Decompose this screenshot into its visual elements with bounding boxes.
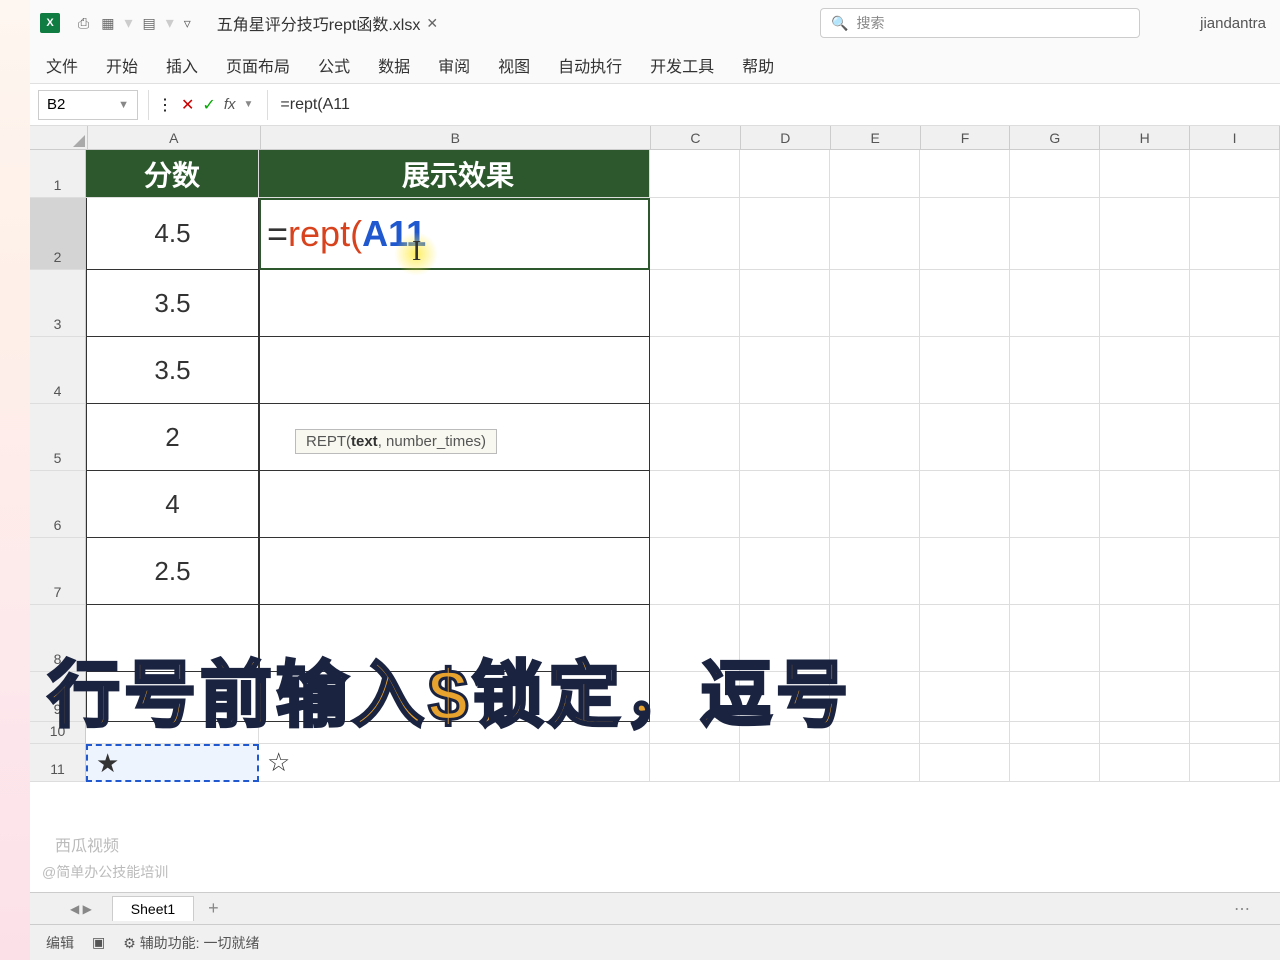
cell-A9[interactable] (86, 672, 259, 722)
excel-window: X ⎙ ▦ ▾ ▤ ▾ ▿ 五角星评分技巧rept函数.xlsx ✕ 🔍 搜索 … (30, 0, 1280, 960)
sheet-menu-icon[interactable]: ⋯ (1234, 899, 1250, 919)
document-title: 五角星评分技巧rept函数.xlsx (217, 11, 421, 35)
row-header-2[interactable]: 2 (30, 198, 86, 270)
row-header-4[interactable]: 4 (30, 337, 86, 404)
cell-A11[interactable]: ★ (86, 744, 259, 782)
tab-help[interactable]: 帮助 (740, 49, 776, 81)
tab-insert[interactable]: 插入 (164, 49, 200, 81)
cell-B6[interactable] (259, 471, 650, 538)
cell-A2[interactable]: 4.5 (86, 198, 259, 270)
tab-formulas[interactable]: 公式 (316, 49, 352, 81)
cell-B11[interactable]: ☆ (259, 744, 650, 782)
cell-B2-editing[interactable]: =rept(A11 (259, 198, 650, 270)
tab-layout[interactable]: 页面布局 (224, 49, 292, 81)
spreadsheet-grid[interactable]: A B C D E F G H I 1 2 3 4 5 6 7 8 9 10 1… (30, 126, 1280, 896)
row-header-8[interactable]: 8 (30, 605, 86, 672)
tab-review[interactable]: 审阅 (436, 49, 472, 81)
tab-view[interactable]: 视图 (496, 49, 532, 81)
chevron-down-icon[interactable]: ▼ (243, 99, 253, 110)
ribbon-tabs: 文件 开始 插入 页面布局 公式 数据 审阅 视图 自动执行 开发工具 帮助 (30, 46, 1280, 84)
confirm-icon[interactable]: ✓ (202, 95, 215, 115)
accessibility-status[interactable]: ⚙ 辅助功能: 一切就绪 (123, 933, 259, 953)
title-bar: X ⎙ ▦ ▾ ▤ ▾ ▿ 五角星评分技巧rept函数.xlsx ✕ 🔍 搜索 … (30, 0, 1280, 46)
status-bar: 编辑 ▣ ⚙ 辅助功能: 一切就绪 (30, 924, 1280, 960)
tab-data[interactable]: 数据 (376, 49, 412, 81)
col-header-D[interactable]: D (741, 126, 831, 149)
cell-B9[interactable] (259, 672, 650, 722)
sheet-tab-bar: ◀ ▶ Sheet1 + ⋯ (30, 892, 1280, 924)
cell-B10[interactable] (259, 722, 650, 744)
select-all-corner[interactable] (30, 126, 88, 149)
cell-B3[interactable] (259, 270, 650, 337)
cell-A10[interactable] (86, 722, 259, 744)
excel-app-icon: X (40, 13, 60, 33)
doc-close-icon[interactable]: ✕ (426, 15, 438, 32)
row-header-5[interactable]: 5 (30, 404, 86, 471)
cancel-icon[interactable]: ✕ (181, 95, 194, 115)
cell-A5[interactable]: 2 (86, 404, 259, 471)
col-header-F[interactable]: F (921, 126, 1011, 149)
cell-A3[interactable]: 3.5 (86, 270, 259, 337)
tab-developer[interactable]: 开发工具 (648, 49, 716, 81)
cell-B8[interactable] (259, 605, 650, 672)
row-headers: 1 2 3 4 5 6 7 8 9 10 11 (30, 150, 86, 782)
column-headers: A B C D E F G H I (30, 126, 1280, 150)
macro-record-icon[interactable]: ▣ (92, 934, 105, 951)
function-tooltip[interactable]: REPT(text, number_times) (295, 429, 497, 454)
search-input[interactable]: 🔍 搜索 (820, 8, 1140, 38)
cell-B4[interactable] (259, 337, 650, 404)
cell-A7[interactable]: 2.5 (86, 538, 259, 605)
row-header-11[interactable]: 11 (30, 744, 86, 782)
tab-file[interactable]: 文件 (44, 49, 80, 81)
cell-A6[interactable]: 4 (86, 471, 259, 538)
search-icon: 🔍 (831, 15, 848, 32)
status-mode: 编辑 (46, 933, 74, 953)
col-header-H[interactable]: H (1100, 126, 1190, 149)
row-header-1[interactable]: 1 (30, 150, 86, 198)
qat-icon-2[interactable]: ▤ (142, 15, 155, 32)
cell-A1[interactable]: 分数 (86, 150, 259, 198)
col-header-A[interactable]: A (88, 126, 261, 149)
qat-overflow-icon[interactable]: ▿ (184, 15, 191, 32)
cell-B7[interactable] (259, 538, 650, 605)
save-icon[interactable]: ⎙ (78, 15, 89, 32)
formula-input[interactable]: =rept(A11 (267, 90, 1272, 120)
chevron-down-icon: ▼ (118, 99, 129, 111)
row-header-6[interactable]: 6 (30, 471, 86, 538)
qat-icon-1[interactable]: ▦ (101, 15, 114, 32)
sheet-nav-arrows[interactable]: ◀ ▶ (70, 902, 92, 916)
row-header-10[interactable]: 10 (30, 722, 86, 744)
cell-A8[interactable] (86, 605, 259, 672)
col-header-C[interactable]: C (651, 126, 741, 149)
row-header-7[interactable]: 7 (30, 538, 86, 605)
fx-icon[interactable]: fx (224, 96, 236, 113)
add-sheet-button[interactable]: + (208, 898, 219, 919)
row-header-9[interactable]: 9 (30, 672, 86, 722)
tab-home[interactable]: 开始 (104, 49, 140, 81)
tab-automate[interactable]: 自动执行 (556, 49, 624, 81)
formula-bar: B2 ▼ ⋮ ✕ ✓ fx ▼ =rept(A11 (30, 84, 1280, 126)
sheet-tab-active[interactable]: Sheet1 (112, 896, 194, 921)
username-label[interactable]: jiandantra (1200, 15, 1266, 32)
col-header-G[interactable]: G (1010, 126, 1100, 149)
col-header-B[interactable]: B (261, 126, 651, 149)
row-header-3[interactable]: 3 (30, 270, 86, 337)
cell-A4[interactable]: 3.5 (86, 337, 259, 404)
col-header-I[interactable]: I (1190, 126, 1280, 149)
cell-B1[interactable]: 展示效果 (259, 150, 650, 198)
name-box[interactable]: B2 ▼ (38, 90, 138, 120)
col-header-E[interactable]: E (831, 126, 921, 149)
formula-more-icon[interactable]: ⋮ (157, 95, 173, 115)
